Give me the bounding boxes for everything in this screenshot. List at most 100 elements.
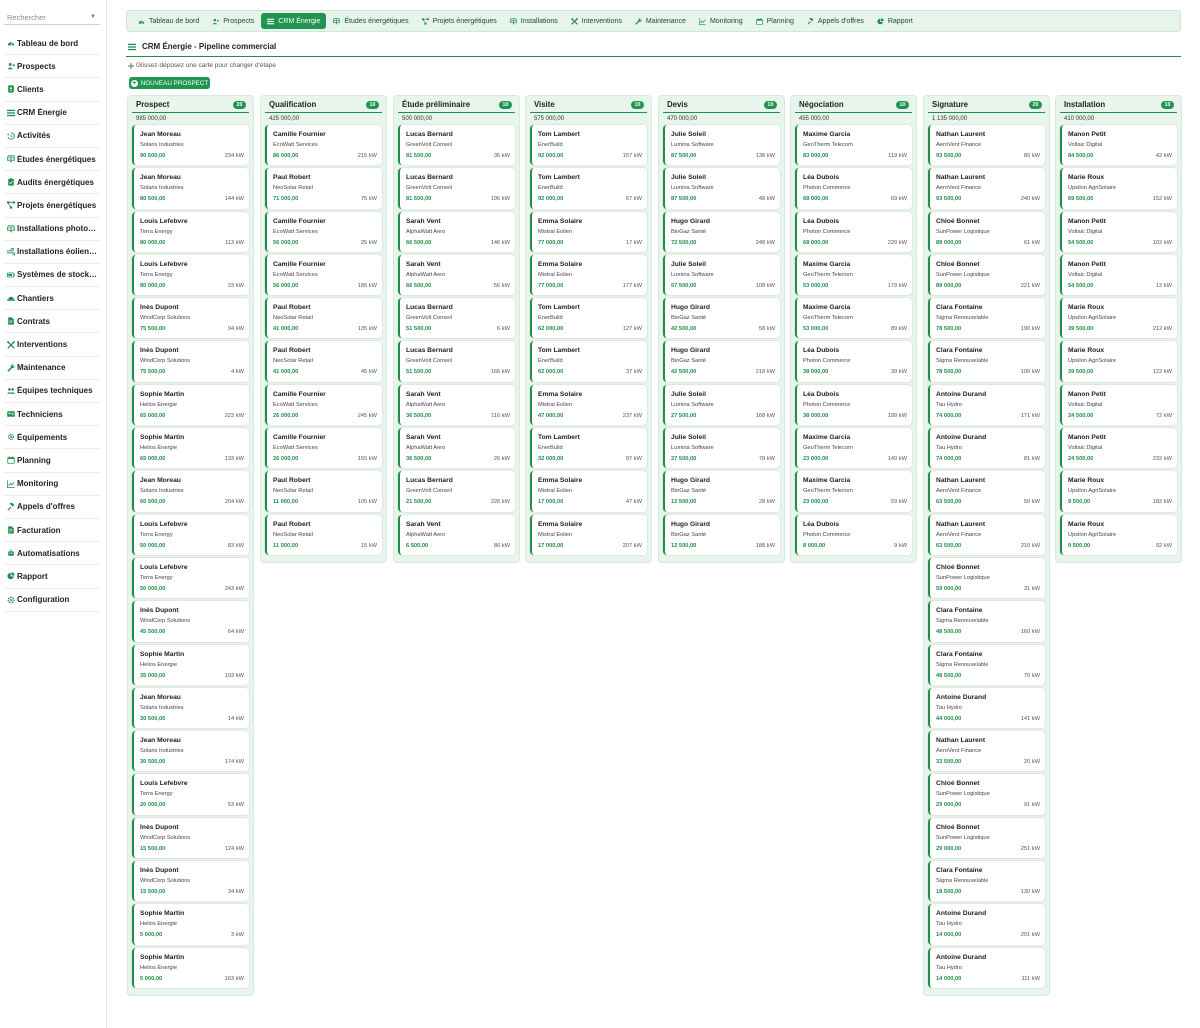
tab-etudes-energetiques[interactable]: Études énergétiques	[327, 13, 414, 29]
tab-crm-energie[interactable]: CRM Énergie	[261, 13, 327, 29]
deal-card[interactable]: Sophie Martin Helios Energie 5 000,00 3 kW	[132, 904, 249, 945]
deal-card[interactable]: Emma Solaire Mistral Eolien 17 000,00 207 k…	[530, 514, 647, 555]
deal-card[interactable]: Sarah Vent AlphaWatt Aero 36 500,00 26 kW	[398, 428, 515, 469]
deal-card[interactable]: Marie Roux Upsilon AgriSolaire 39 500,00 21…	[1060, 298, 1177, 339]
deal-card[interactable]: Jean Moreau Solaris Industries 80 500,00 14…	[132, 168, 249, 209]
sidebar-item-projets-energetiques[interactable]: Projets énergétiques	[4, 194, 100, 218]
deal-card[interactable]: Clara Fontaine Sigma Renouvelable 18 500,0…	[928, 861, 1045, 902]
deal-card[interactable]: Sarah Vent AlphaWatt Aero 6 500,00 86 kW	[398, 514, 515, 555]
deal-card[interactable]: Louis Lefebvre Terra Energy 50 000,00 83 kW	[132, 514, 249, 555]
deal-card[interactable]: Inès Dupont WindCorp Solutions 15 500,00 12…	[132, 817, 249, 859]
tab-prospects[interactable]: Prospects	[206, 13, 260, 29]
sidebar-item-systemes-de-stockage[interactable]: Systèmes de stockage	[4, 264, 100, 288]
deal-card[interactable]: Antoine Durand Tau Hydro 74 000,00 171 kW	[928, 384, 1045, 426]
deal-card[interactable]: Camille Fournier EcoWatt Services 56 000,0…	[265, 254, 382, 296]
deal-card[interactable]: Camille Fournier EcoWatt Services 56 000,0…	[265, 211, 382, 252]
deal-card[interactable]: Jean Moreau Solaris Industries 60 500,00 20…	[132, 471, 249, 512]
deal-card[interactable]: Chloé Bonnet SunPower Logistique 29 000,00…	[928, 774, 1045, 815]
deal-card[interactable]: Nathan Laurent AeroVent Finance 33 500,00 2…	[928, 731, 1045, 772]
deal-card[interactable]: Camille Fournier EcoWatt Services 26 000,0…	[265, 384, 382, 426]
deal-card[interactable]: Inès Dupont WindCorp Solutions 75 500,00 94…	[132, 298, 249, 339]
deal-card[interactable]: Tom Lambert EnerBuild 92 000,00 157 kW	[530, 125, 647, 166]
deal-card[interactable]: Jean Moreau Solaris Industries 30 500,00 17…	[132, 731, 249, 772]
deal-card[interactable]: Léa Dubois Photon Commerce 8 000,00 9 kW	[795, 514, 912, 555]
chevron-down-icon[interactable]: ▼	[90, 11, 96, 24]
tab-installations[interactable]: Installations	[504, 13, 564, 29]
deal-card[interactable]: Hugo Girard BioGaz Santé 12 500,00 188 kW	[663, 514, 780, 555]
deal-card[interactable]: Lucas Bernard GreenVolt Conseil 51 500,00 1…	[398, 341, 515, 382]
deal-card[interactable]: Antoine Durand Tau Hydro 74 000,00 81 kW	[928, 428, 1045, 469]
deal-card[interactable]: Inès Dupont WindCorp Solutions 75 500,00 4 …	[132, 341, 249, 382]
deal-card[interactable]: Maxime Garcia GeoTherm Telecom 53 000,00 89…	[795, 298, 912, 339]
deal-card[interactable]: Maxime Garcia GeoTherm Telecom 23 000,00 14…	[795, 428, 912, 469]
deal-card[interactable]: Clara Fontaine Sigma Renouvelable 78 500,0…	[928, 341, 1045, 382]
deal-card[interactable]: Tom Lambert EnerBuild 92 000,00 67 kW	[530, 168, 647, 209]
deal-card[interactable]: Julie Soleil Lumina Software 27 500,00 78 k…	[663, 428, 780, 469]
deal-card[interactable]: Nathan Laurent AeroVent Finance 93 500,00 2…	[928, 168, 1045, 209]
deal-card[interactable]: Louis Lefebvre Terra Energy 20 000,00 53 kW	[132, 774, 249, 815]
deal-card[interactable]: Tom Lambert EnerBuild 32 000,00 97 kW	[530, 428, 647, 469]
deal-card[interactable]: Inès Dupont WindCorp Solutions 45 500,00 64…	[132, 601, 249, 642]
deal-card[interactable]: Inès Dupont WindCorp Solutions 15 500,00 34…	[132, 861, 249, 902]
deal-card[interactable]: Sarah Vent AlphaWatt Aero 36 500,00 116 kW	[398, 384, 515, 426]
deal-card[interactable]: Nathan Laurent AeroVent Finance 63 500,00 2…	[928, 514, 1045, 555]
deal-card[interactable]: Jean Moreau Solaris Industries 30 500,00 14…	[132, 687, 249, 729]
deal-card[interactable]: Louis Lefebvre Terra Energy 80 000,00 23 kW	[132, 254, 249, 296]
sidebar-item-audits-energetiques[interactable]: Audits énergétiques	[4, 171, 100, 195]
deal-card[interactable]: Emma Solaire Mistral Eolien 77 000,00 17 kW	[530, 211, 647, 252]
deal-card[interactable]: Lucas Bernard GreenVolt Conseil 81 500,00 1…	[398, 168, 515, 209]
deal-card[interactable]: Hugo Girard BioGaz Santé 12 500,00 28 kW	[663, 471, 780, 512]
deal-card[interactable]: Tom Lambert EnerBuild 62 000,00 127 kW	[530, 298, 647, 339]
deal-card[interactable]: Emma Solaire Mistral Eolien 47 000,00 237 k…	[530, 384, 647, 426]
deal-card[interactable]: Paul Robert NeoSolar Retail 71 000,00 75 kW	[265, 168, 382, 209]
tab-maintenance[interactable]: Maintenance	[629, 13, 692, 29]
deal-card[interactable]: Tom Lambert EnerBuild 62 000,00 37 kW	[530, 341, 647, 382]
deal-card[interactable]: Louis Lefebvre Terra Energy 50 000,00 243 k…	[132, 557, 249, 599]
deal-card[interactable]: Maxime Garcia GeoTherm Telecom 23 000,00 59…	[795, 471, 912, 512]
deal-card[interactable]: Julie Soleil Lumina Software 87 500,00 48 k…	[663, 168, 780, 209]
deal-card[interactable]: Antoine Durand Tau Hydro 14 000,00 201 kW	[928, 904, 1045, 945]
sidebar-item-monitoring[interactable]: Monitoring	[4, 473, 100, 496]
sidebar-item-facturation[interactable]: Facturation	[4, 519, 100, 543]
deal-card[interactable]: Marie Roux Upsilon AgriSolaire 9 500,00 182…	[1060, 471, 1177, 512]
deal-card[interactable]: Julie Soleil Lumina Software 57 500,00 108 …	[663, 254, 780, 296]
sidebar-item-contrats[interactable]: Contrats	[4, 310, 100, 334]
deal-card[interactable]: Léa Dubois Photon Commerce 68 000,00 229 kW	[795, 211, 912, 252]
deal-card[interactable]: Clara Fontaine Sigma Renouvelable 48 500,0…	[928, 644, 1045, 685]
tab-appels-d-offres[interactable]: Appels d'offres	[801, 13, 870, 29]
sidebar-item-rapport[interactable]: Rapport	[4, 565, 100, 589]
deal-card[interactable]: Manon Petit Voltaic Digital 24 500,00 72 kW	[1060, 384, 1177, 426]
tab-planning[interactable]: Planning	[750, 13, 800, 29]
deal-card[interactable]: Marie Roux Upsilon AgriSolaire 39 500,00 12…	[1060, 341, 1177, 382]
sidebar-item-activites[interactable]: Activités	[4, 125, 100, 148]
deal-card[interactable]: Nathan Laurent AeroVent Finance 63 500,00 5…	[928, 471, 1045, 512]
deal-card[interactable]: Sophie Martin Helios Energie 65 000,00 133 …	[132, 428, 249, 469]
sidebar-item-interventions[interactable]: Interventions	[4, 333, 100, 357]
sidebar-item-techniciens[interactable]: Techniciens	[4, 403, 100, 427]
deal-card[interactable]: Léa Dubois Photon Commerce 38 000,00 39 kW	[795, 341, 912, 382]
deal-card[interactable]: Louis Lefebvre Terra Energy 80 000,00 113 k…	[132, 211, 249, 252]
tab-tableau-de-bord[interactable]: Tableau de bord	[132, 13, 205, 29]
deal-card[interactable]: Sarah Vent AlphaWatt Aero 66 500,00 56 kW	[398, 254, 515, 296]
deal-card[interactable]: Chloé Bonnet SunPower Logistique 59 000,00…	[928, 557, 1045, 599]
deal-card[interactable]: Hugo Girard BioGaz Santé 72 500,00 248 kW	[663, 211, 780, 252]
tab-projets-energetiques[interactable]: Projets énergétiques	[416, 13, 503, 29]
deal-card[interactable]: Chloé Bonnet SunPower Logistique 29 000,00…	[928, 817, 1045, 859]
deal-card[interactable]: Camille Fournier EcoWatt Services 86 000,0…	[265, 125, 382, 166]
deal-card[interactable]: Chloé Bonnet SunPower Logistique 89 000,00…	[928, 211, 1045, 252]
deal-card[interactable]: Manon Petit Voltaic Digital 54 500,00 12 kW	[1060, 254, 1177, 296]
search-input[interactable]: Rechercher ▼	[4, 11, 100, 25]
sidebar-item-equipes-techniques[interactable]: Équipes techniques	[4, 380, 100, 403]
sidebar-item-prospects[interactable]: Prospects	[4, 55, 100, 79]
sidebar-item-equipements[interactable]: Équipements	[4, 426, 100, 450]
tab-interventions[interactable]: Interventions	[565, 13, 628, 29]
deal-card[interactable]: Sophie Martin Helios Energie 5 000,00 163 k…	[132, 947, 249, 988]
deal-card[interactable]: Antoine Durand Tau Hydro 14 000,00 111 kW	[928, 947, 1045, 988]
deal-card[interactable]: Sophie Martin Helios Energie 65 000,00 223 …	[132, 384, 249, 426]
deal-card[interactable]: Paul Robert NeoSolar Retail 41 000,00 45 kW	[265, 341, 382, 382]
sidebar-item-clients[interactable]: Clients	[4, 78, 100, 102]
new-prospect-button[interactable]: + NOUVEAU PROSPECT	[129, 77, 210, 89]
sidebar-item-maintenance[interactable]: Maintenance	[4, 357, 100, 380]
sidebar-item-installations-photovoltaiques[interactable]: Installations photovoltaïques	[4, 218, 100, 241]
deal-card[interactable]: Manon Petit Voltaic Digital 84 500,00 42 kW	[1060, 125, 1177, 166]
